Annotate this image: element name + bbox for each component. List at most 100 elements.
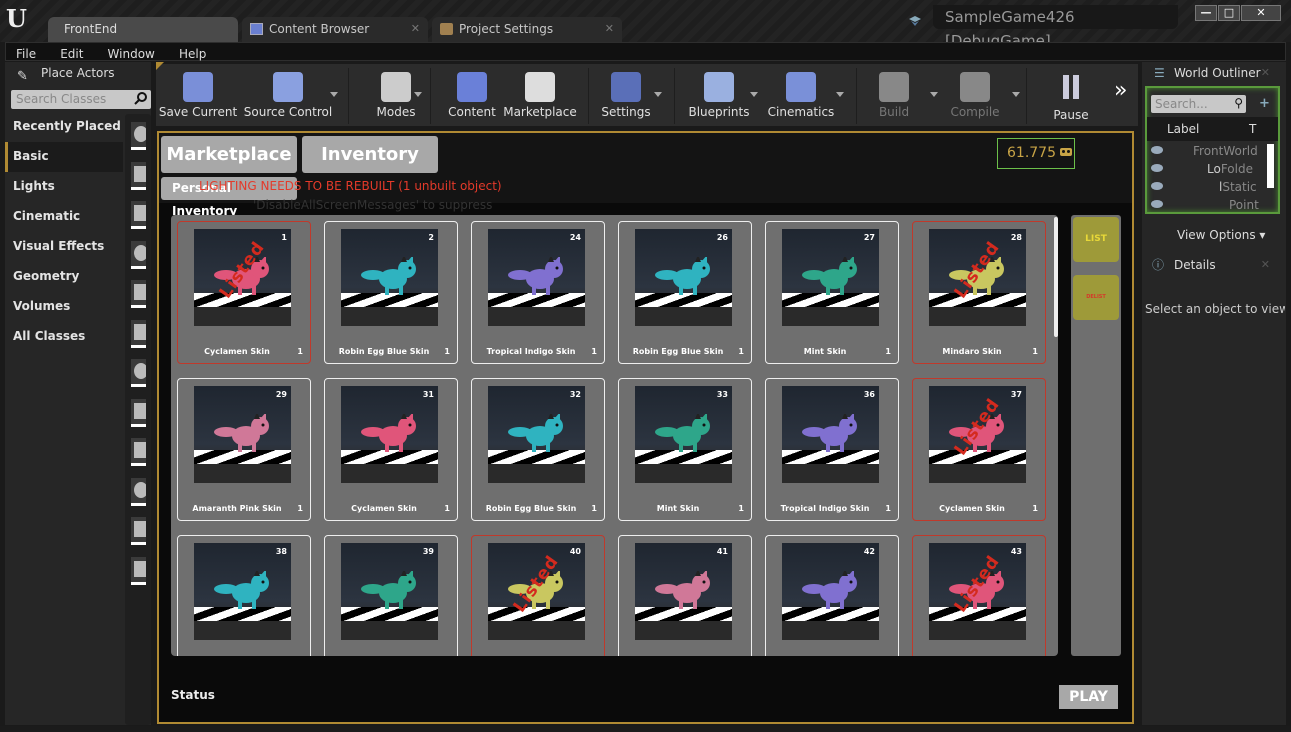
toolbar-settings-button[interactable]: Settings <box>596 64 656 126</box>
toolbar-cinematics-button[interactable]: Cinematics <box>762 64 840 126</box>
inventory-item-card[interactable]: 38 <box>177 535 311 656</box>
inventory-item-card[interactable]: 26 Robin Egg Blue Skin 1 <box>618 221 752 364</box>
inventory-item-card[interactable]: 43 Listed <box>912 535 1046 656</box>
category-volumes[interactable]: Volumes <box>5 292 123 322</box>
details-header: ⓘ Details ✕ <box>1142 254 1286 276</box>
inventory-item-card[interactable]: 32 Robin Egg Blue Skin 1 <box>471 378 605 521</box>
inventory-item-card[interactable]: 39 <box>324 535 458 656</box>
dropdown-caret-icon[interactable] <box>1012 92 1020 97</box>
visibility-eye-icon[interactable] <box>1151 164 1163 172</box>
menu-edit[interactable]: Edit <box>60 46 83 63</box>
tab-project-settings[interactable]: Project Settings ✕ <box>432 17 622 42</box>
inventory-item-card[interactable]: 1 Cyclamen Skin 1 Listed <box>177 221 311 364</box>
dropdown-caret-icon[interactable] <box>836 92 844 97</box>
outliner-search-input[interactable]: Search... ⚲ <box>1151 95 1246 113</box>
inventory-tab-button[interactable]: Inventory <box>302 136 438 173</box>
visibility-eye-icon[interactable] <box>1151 182 1163 190</box>
category-recently-placed[interactable]: Recently Placed <box>5 112 123 142</box>
actor-thumbnail[interactable] <box>131 122 146 150</box>
menu-help[interactable]: Help <box>179 46 206 63</box>
actor-thumbnail[interactable] <box>131 359 146 387</box>
grid-scrollbar[interactable] <box>1054 217 1058 337</box>
actor-thumbnail[interactable] <box>131 319 146 348</box>
item-id: 26 <box>716 233 728 242</box>
actor-thumbnail[interactable] <box>131 201 146 229</box>
close-tab-icon[interactable]: ✕ <box>411 17 420 41</box>
dropdown-caret-icon[interactable] <box>750 92 758 97</box>
game-viewport[interactable]: Marketplace Inventory Personal Inventory… <box>157 131 1134 724</box>
inventory-item-card[interactable]: 2 Robin Egg Blue Skin 1 <box>324 221 458 364</box>
marketplace-tab-button[interactable]: Marketplace <box>161 136 297 173</box>
toolbar-pause-button[interactable]: Pause <box>1041 64 1101 126</box>
inventory-item-card[interactable]: 28 Mindaro Skin 1 Listed <box>912 221 1046 364</box>
inventory-item-card[interactable]: 31 Cyclamen Skin 1 <box>324 378 458 521</box>
outliner-row[interactable]: FrontWorld <box>1151 142 1269 160</box>
tab-frontend[interactable]: FrontEnd <box>48 17 238 42</box>
category-cinematic[interactable]: Cinematic <box>5 202 123 232</box>
dropdown-caret-icon[interactable] <box>330 92 338 97</box>
tab-content-browser[interactable]: Content Browser ✕ <box>242 17 428 42</box>
view-options-button[interactable]: View Options ▾ <box>1177 228 1265 242</box>
category-basic[interactable]: Basic <box>5 142 123 172</box>
toolbar-blueprints-button[interactable]: Blueprints <box>684 64 754 126</box>
actor-thumbnail[interactable] <box>131 477 146 506</box>
inventory-item-card[interactable]: 40 Listed <box>471 535 605 656</box>
inventory-item-card[interactable]: 27 Mint Skin 1 <box>765 221 899 364</box>
dropdown-caret-icon[interactable] <box>654 92 662 97</box>
item-thumbnail: 2 <box>341 229 438 326</box>
list-button[interactable]: LIST <box>1073 217 1119 262</box>
dropdown-caret-icon[interactable] <box>930 92 938 97</box>
inventory-item-card[interactable]: 42 <box>765 535 899 656</box>
outliner-row[interactable]: lStatic <box>1151 178 1269 196</box>
close-details-icon[interactable]: ✕ <box>1261 254 1270 276</box>
outliner-row[interactable]: LoFolde <box>1151 160 1269 178</box>
dropdown-caret-icon[interactable] <box>414 92 422 97</box>
category-all-classes[interactable]: All Classes <box>5 322 123 352</box>
category-lights[interactable]: Lights <box>5 172 123 202</box>
toolbar-overflow-button[interactable]: » <box>1114 78 1127 103</box>
toolbar-save-current-button[interactable]: Save Current <box>158 64 238 126</box>
category-visual-effects[interactable]: Visual Effects <box>5 232 123 262</box>
actor-shape-icon <box>134 284 146 300</box>
inventory-item-card[interactable]: 41 <box>618 535 752 656</box>
toolbar-compile-button[interactable]: Compile <box>946 64 1004 126</box>
toolbar-content-button[interactable]: Content <box>446 64 498 126</box>
actor-thumbnail[interactable] <box>131 517 146 545</box>
inventory-item-card[interactable]: 37 Cyclamen Skin 1 Listed <box>912 378 1046 521</box>
minimize-button[interactable]: — <box>1195 5 1217 21</box>
actor-thumbnail[interactable] <box>131 161 146 190</box>
delist-button[interactable]: DELIST <box>1073 275 1119 320</box>
actor-thumbnail[interactable] <box>131 398 146 427</box>
actor-thumbnail[interactable] <box>131 240 146 269</box>
inventory-item-card[interactable]: 36 Tropical Indigo Skin 1 <box>765 378 899 521</box>
toolbar-build-button[interactable]: Build <box>874 64 914 126</box>
column-label[interactable]: Label <box>1167 117 1199 141</box>
inventory-item-card[interactable]: 33 Mint Skin 1 <box>618 378 752 521</box>
category-geometry[interactable]: Geometry <box>5 262 123 292</box>
item-name: Cyclamen Skin <box>939 504 1005 513</box>
toolbar-marketplace-button[interactable]: Marketplace <box>501 64 579 126</box>
actor-thumbnail[interactable] <box>131 556 146 585</box>
inventory-item-card[interactable]: 24 Tropical Indigo Skin 1 <box>471 221 605 364</box>
actor-thumbnail[interactable] <box>131 280 146 308</box>
toolbar-source-control-button[interactable]: Source Control <box>242 64 334 126</box>
column-type[interactable]: T <box>1249 117 1256 141</box>
outliner-scrollbar[interactable] <box>1267 144 1274 188</box>
visibility-eye-icon[interactable] <box>1151 200 1163 208</box>
fox-creature-icon <box>655 571 710 609</box>
close-outliner-icon[interactable]: ✕ <box>1261 62 1270 84</box>
item-id: 36 <box>863 390 875 399</box>
actor-thumbnail[interactable] <box>131 438 146 466</box>
menu-window[interactable]: Window <box>108 46 155 63</box>
play-button[interactable]: PLAY <box>1059 685 1118 709</box>
outliner-row[interactable]: Point <box>1151 196 1269 210</box>
maximize-button[interactable]: □ <box>1218 5 1240 21</box>
add-actor-icon[interactable]: + <box>1259 96 1270 111</box>
menu-file[interactable]: File <box>16 46 36 63</box>
close-button[interactable]: ✕ <box>1241 5 1281 21</box>
search-classes-input[interactable]: Search Classes <box>11 90 151 109</box>
inventory-item-card[interactable]: 29 Amaranth Pink Skin 1 <box>177 378 311 521</box>
fox-creature-icon <box>508 257 563 295</box>
visibility-eye-icon[interactable] <box>1151 146 1163 154</box>
close-tab-icon[interactable]: ✕ <box>605 17 614 41</box>
